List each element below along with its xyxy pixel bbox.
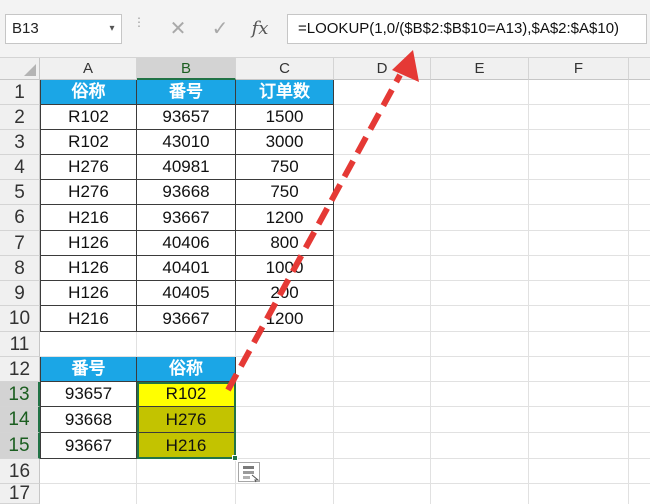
arrow-shaft (225, 73, 403, 392)
annotation-arrow (225, 50, 419, 392)
